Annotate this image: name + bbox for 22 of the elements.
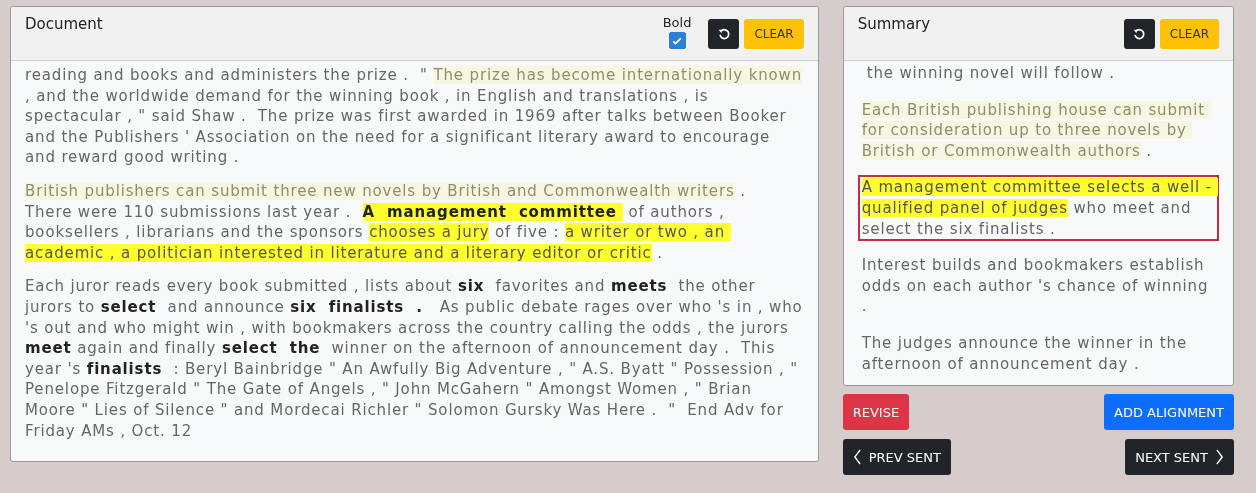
undo-button[interactable] <box>1123 19 1155 49</box>
prev-sentence-button[interactable]: PREV SENT <box>842 439 951 475</box>
chevron-left-icon <box>852 449 862 465</box>
document-paragraph: reading and books and administers the prize . " The prize has become internationally known , and the worldwide demand for the winning book , in English and translations , is spectacular , " said Shaw . The prize was first awarded in 1969 after talks between Booker and the Publishers ' Association on the need for a significant literary award to encourage and reward good writing . <box>25 65 804 168</box>
undo-icon <box>716 27 731 41</box>
clear-button[interactable]: CLEAR <box>744 19 804 49</box>
undo-button[interactable] <box>708 19 740 49</box>
panel-title: Summary <box>857 15 931 33</box>
summary-sentence[interactable]: The judges announce the winner in the afternoon of announcement day . <box>857 330 1219 377</box>
bold-checkbox[interactable] <box>668 32 686 49</box>
bold-label: Bold <box>662 15 692 30</box>
clear-button[interactable]: CLEAR <box>1159 19 1219 49</box>
next-sentence-button[interactable]: NEXT SENT <box>1125 439 1234 475</box>
document-paragraph: Each juror reads every book submitted , lists about six favorites and meets the other jurors to select and announce six finalists . As public debate rages over who 's in , who 's out and who might win , with bookmakers across the country calling the odds , the jurors meet again and finally select the winner on the afternoon of announcement day . This year 's finalists : Beryl Bainbridge " An Awfully Big Adventure , " A.S. Byatt " Possession , " Penelope Fitzgerald " The Gate of Angels , " John McGahern " Amongst Women , " Brian Moore " Lies of Silence " and Mordecai Richler " Solomon Gursky Was Here . " End Adv for Friday AMs , Oct. 12 <box>25 276 804 442</box>
undo-icon <box>1132 27 1147 41</box>
add-alignment-button[interactable]: ADD ALIGNMENT <box>1104 394 1234 430</box>
summary-sentence[interactable]: A management committee selects a well - qualified panel of judges who meet and select the six finalists . <box>857 175 1219 242</box>
revise-button[interactable]: REVISE <box>842 394 910 430</box>
chevron-right-icon <box>1215 449 1224 465</box>
summary-sentence[interactable]: Interest builds and bookmakers establish odds on each author 's chance of winning . <box>857 253 1219 319</box>
panel-title: Document <box>25 15 103 33</box>
summary-sentence[interactable]: the winning novel will follow . <box>857 61 1219 86</box>
